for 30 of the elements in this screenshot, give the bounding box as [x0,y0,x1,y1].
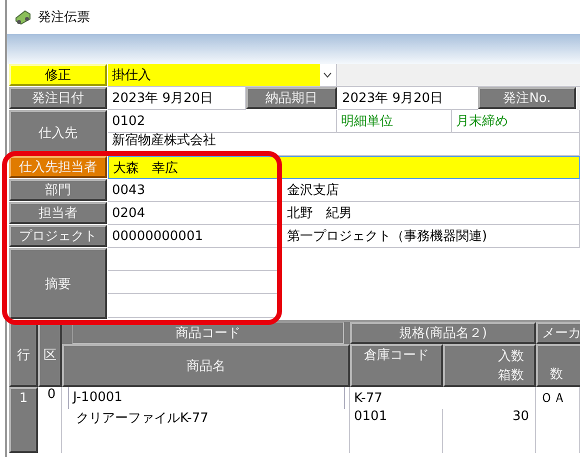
field-label: 発注日付 [9,87,107,109]
field-label: 仕入先担当者 [9,156,107,178]
truck-icon [14,9,32,25]
caret-icon [323,72,332,78]
field-label: 部門 [9,179,107,201]
column-header: 入数 [498,348,524,365]
dropdown-field[interactable]: 掛仕入 [108,64,337,87]
field-label: 仕入先 [9,110,107,155]
column-header: 数 [536,344,580,387]
column-header: 行 [9,322,38,387]
date-field[interactable]: 2023年 9月20日 [108,87,246,110]
column-header: 規格(商品名２) [350,322,536,344]
field-label: 納品期日 [246,87,337,109]
input-field[interactable]: 大森 幸広 [108,156,580,179]
field-value: 月末締め [452,110,580,133]
field-label: 摘要 [9,248,107,319]
order-number-button[interactable]: 発注No. [478,87,576,109]
row-number: 1 [9,387,38,453]
field-label: 修正 [9,64,107,86]
column-header: 商品コード [72,322,344,344]
input-field[interactable]: 0102 [108,110,337,133]
column-header: 商品名 [62,344,350,387]
column-header: 倉庫コード [350,344,443,387]
field-value: 明細単位 [337,110,452,133]
column-header: メーカ [536,322,580,344]
column-header: 箱数 [498,367,524,384]
window-title: 発注伝票 [38,9,90,26]
field-label: プロジェクト [9,225,107,247]
field-label: 担当者 [9,202,107,224]
column-header: 区 [38,322,62,387]
